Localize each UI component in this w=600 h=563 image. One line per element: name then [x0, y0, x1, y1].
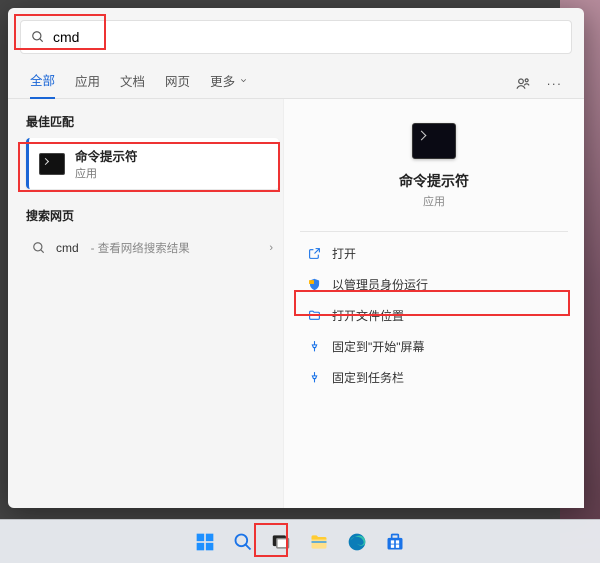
best-match-title: 命令提示符 [75, 146, 138, 165]
edge-browser-button[interactable] [344, 529, 370, 555]
search-icon [31, 30, 45, 44]
action-pin-to-start[interactable]: 固定到"开始"屏幕 [300, 331, 568, 362]
tab-more[interactable]: 更多 [210, 71, 248, 98]
search-icon [32, 241, 46, 255]
tab-more-label: 更多 [210, 71, 235, 90]
account-icon[interactable] [515, 76, 531, 92]
action-open[interactable]: 打开 [300, 238, 568, 269]
taskbar [0, 519, 600, 563]
search-input[interactable] [53, 29, 561, 45]
start-button[interactable] [192, 529, 218, 555]
tab-all[interactable]: 全部 [30, 70, 55, 99]
detail-title: 命令提示符 [399, 171, 469, 191]
action-run-as-admin[interactable]: 以管理员身份运行 [300, 269, 568, 300]
web-result-suffix: - 查看网络搜索结果 [91, 240, 190, 256]
action-open-location-label: 打开文件位置 [332, 307, 404, 324]
results-pane: 最佳匹配 命令提示符 应用 搜索网页 cmd - 查看网络搜索结果 › [8, 99, 283, 508]
chevron-down-icon [239, 76, 248, 85]
open-icon [306, 247, 322, 260]
search-bar[interactable] [20, 20, 572, 54]
best-match-header: 最佳匹配 [26, 113, 279, 130]
pin-icon [306, 340, 322, 353]
pin-icon [306, 371, 322, 384]
folder-icon [306, 309, 322, 322]
tab-apps[interactable]: 应用 [75, 71, 100, 98]
tab-documents[interactable]: 文档 [120, 71, 145, 98]
action-pin-to-taskbar[interactable]: 固定到任务栏 [300, 362, 568, 393]
cmd-app-icon-large [412, 123, 456, 159]
more-options-icon[interactable]: ··· [547, 77, 563, 91]
action-pin-start-label: 固定到"开始"屏幕 [332, 338, 425, 355]
search-tabs: 全部 应用 文档 网页 更多 ··· [8, 60, 584, 99]
shield-icon [306, 278, 322, 291]
cmd-app-icon [39, 153, 65, 175]
action-open-label: 打开 [332, 245, 356, 262]
taskbar-search-button[interactable] [230, 529, 256, 555]
action-open-file-location[interactable]: 打开文件位置 [300, 300, 568, 331]
detail-pane: 命令提示符 应用 打开 以管理员身份运行 [283, 99, 584, 508]
task-view-button[interactable] [268, 529, 294, 555]
web-result-term: cmd [56, 241, 79, 255]
detail-subtitle: 应用 [423, 193, 445, 209]
file-explorer-button[interactable] [306, 529, 332, 555]
search-web-header: 搜索网页 [26, 207, 279, 224]
web-search-result[interactable]: cmd - 查看网络搜索结果 › [26, 232, 279, 264]
best-match-subtitle: 应用 [75, 165, 138, 181]
best-match-item[interactable]: 命令提示符 应用 [26, 138, 279, 189]
chevron-right-icon: › [269, 242, 273, 254]
action-run-admin-label: 以管理员身份运行 [332, 276, 428, 293]
tab-web[interactable]: 网页 [165, 71, 190, 98]
search-window: 全部 应用 文档 网页 更多 ··· 最佳匹配 命令提示符 应用 [8, 8, 584, 508]
action-pin-taskbar-label: 固定到任务栏 [332, 369, 404, 386]
store-button[interactable] [382, 529, 408, 555]
